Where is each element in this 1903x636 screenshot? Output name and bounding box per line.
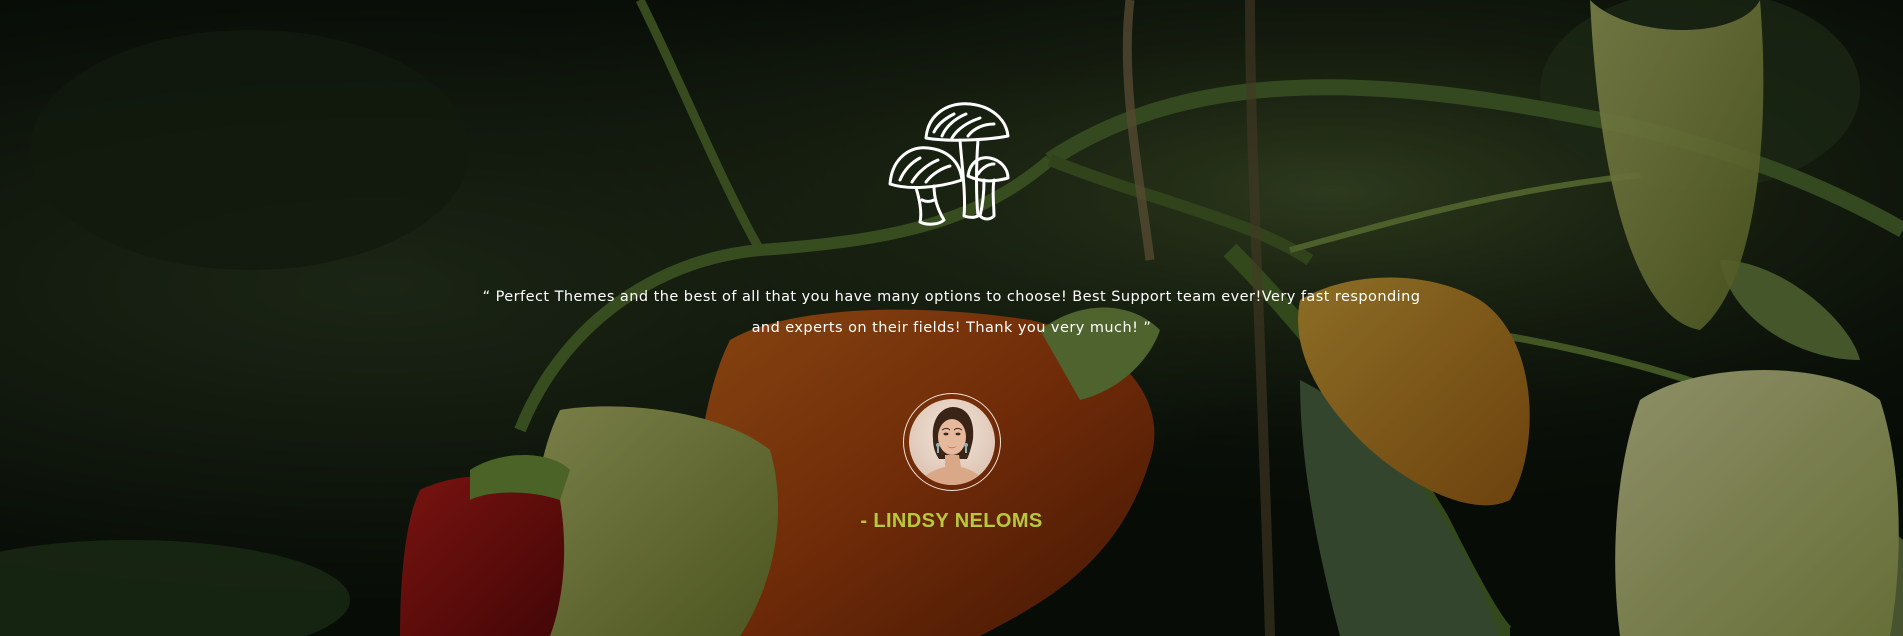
avatar — [903, 393, 1001, 491]
mushroom-icon — [886, 96, 1020, 226]
testimonial-quote: “ Perfect Themes and the best of all tha… — [482, 289, 1421, 336]
testimonial-section: “ Perfect Themes and the best of all tha… — [0, 0, 1903, 636]
avatar-photo — [909, 399, 995, 485]
testimonial-author: - LINDSY NELOMS — [860, 510, 1043, 532]
testimonial-content: “ Perfect Themes and the best of all tha… — [0, 0, 1903, 636]
